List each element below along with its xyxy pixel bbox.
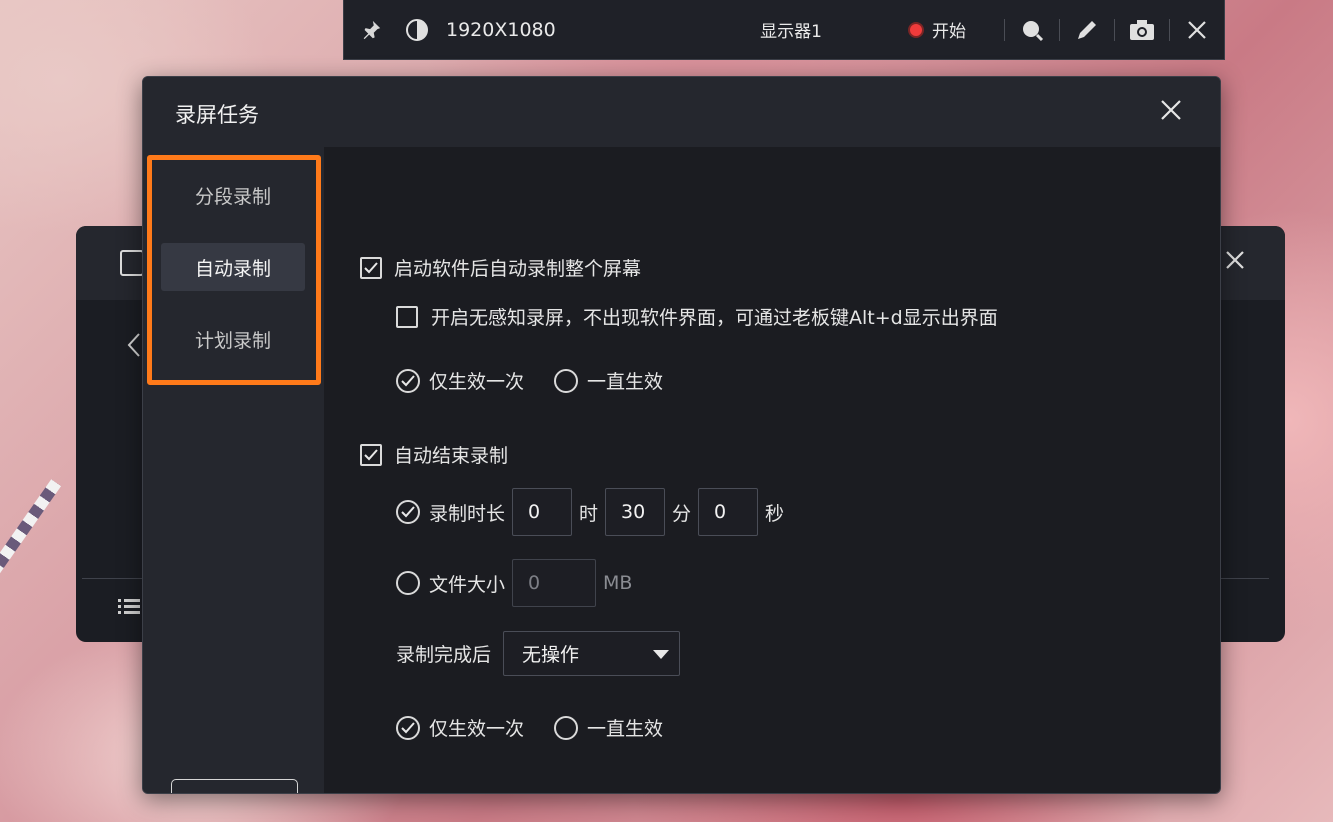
checkbox-checked-icon[interactable]	[360, 443, 382, 466]
seconds-input[interactable]: 0	[698, 488, 759, 536]
contrast-icon[interactable]	[404, 17, 430, 43]
dialog-header: 录屏任务	[143, 77, 1220, 147]
hours-unit: 时	[579, 502, 599, 525]
chevron-left-icon[interactable]	[126, 332, 142, 362]
seconds-unit: 秒	[765, 502, 785, 525]
file-size-unit: MB	[603, 572, 633, 594]
auto-stop-label: 自动结束录制	[394, 445, 509, 467]
checkbox-unchecked-icon[interactable]	[396, 305, 418, 328]
file-size-option: 文件大小 0 MB	[396, 559, 632, 607]
sidebar-item-segmented-recording[interactable]: 分段录制	[161, 171, 305, 219]
toolbar-divider	[1059, 18, 1060, 41]
radio-unchecked-icon[interactable]	[554, 715, 579, 740]
auto-stop-option[interactable]: 自动结束录制	[360, 441, 508, 468]
close-icon[interactable]	[1225, 250, 1245, 274]
pen-icon[interactable]	[1074, 17, 1100, 43]
after-recording-row: 录制完成后 无操作	[396, 631, 681, 676]
radio-unchecked-icon[interactable]	[396, 571, 420, 595]
radio-unchecked-icon[interactable]	[554, 368, 579, 393]
duration-label: 录制时长	[429, 502, 506, 525]
minutes-input[interactable]: 30	[605, 488, 666, 536]
toolbar-divider	[1169, 18, 1170, 41]
feature-intro-button[interactable]: 功能介绍	[171, 779, 298, 793]
record-dot-icon[interactable]	[908, 21, 924, 38]
file-size-input[interactable]: 0	[512, 559, 597, 607]
duration-option: 录制时长 0 时 30 分 0 秒	[396, 488, 784, 536]
monitor-selector[interactable]: 显示器1	[760, 17, 822, 42]
toolbar-divider	[1004, 18, 1005, 41]
once-option-label[interactable]: 仅生效一次	[429, 714, 524, 741]
hours-input[interactable]: 0	[512, 488, 573, 536]
start-button[interactable]: 开始	[932, 17, 966, 42]
after-recording-label: 录制完成后	[396, 644, 492, 666]
list-icon[interactable]	[118, 598, 140, 620]
always-option-label[interactable]: 一直生效	[587, 367, 663, 394]
search-icon[interactable]	[1019, 17, 1045, 43]
pin-icon[interactable]	[358, 17, 384, 43]
after-recording-select[interactable]: 无操作	[503, 631, 681, 676]
auto-stop-scope: 仅生效一次 一直生效	[396, 714, 663, 741]
camera-icon[interactable]	[1129, 17, 1155, 43]
silent-recording-label: 开启无感知录屏，不出现软件界面，可通过老板键Alt+d显示出界面	[431, 307, 998, 329]
auto-start-option[interactable]: 启动软件后自动录制整个屏幕	[360, 254, 641, 281]
silent-recording-option[interactable]: 开启无感知录屏，不出现软件界面，可通过老板键Alt+d显示出界面	[396, 303, 998, 330]
once-option-label[interactable]: 仅生效一次	[429, 367, 524, 394]
toolbar-divider	[1114, 18, 1115, 41]
caret-down-icon	[653, 650, 670, 659]
dialog-content: 启动软件后自动录制整个屏幕 开启无感知录屏，不出现软件界面，可通过老板键Alt+…	[324, 147, 1220, 793]
background-art	[0, 479, 62, 601]
after-recording-value: 无操作	[522, 644, 580, 666]
checkbox-checked-icon[interactable]	[360, 256, 382, 279]
close-icon[interactable]	[1160, 99, 1184, 123]
radio-checked-icon[interactable]	[396, 368, 420, 393]
sidebar-item-scheduled-recording[interactable]: 计划录制	[161, 315, 305, 363]
close-icon[interactable]	[1184, 17, 1210, 43]
file-size-label: 文件大小	[429, 573, 506, 596]
screen-recording-task-dialog: 录屏任务 分段录制 自动录制 计划录制 功能介绍 启动软件后自动录制整个屏幕 开…	[142, 76, 1221, 794]
radio-checked-icon[interactable]	[396, 500, 420, 524]
auto-start-scope: 仅生效一次 一直生效	[396, 367, 663, 394]
resolution-label[interactable]: 1920X1080	[446, 19, 556, 41]
recording-toolbar: 1920X1080 显示器1 开始	[343, 0, 1225, 60]
dialog-sidebar: 分段录制 自动录制 计划录制 功能介绍	[143, 147, 324, 793]
always-option-label[interactable]: 一直生效	[587, 714, 663, 741]
dialog-title: 录屏任务	[175, 103, 259, 127]
minutes-unit: 分	[672, 502, 692, 525]
sidebar-item-auto-recording[interactable]: 自动录制	[161, 243, 305, 291]
radio-checked-icon[interactable]	[396, 715, 420, 740]
auto-start-label: 启动软件后自动录制整个屏幕	[394, 258, 642, 280]
background-window-icon	[120, 250, 144, 276]
